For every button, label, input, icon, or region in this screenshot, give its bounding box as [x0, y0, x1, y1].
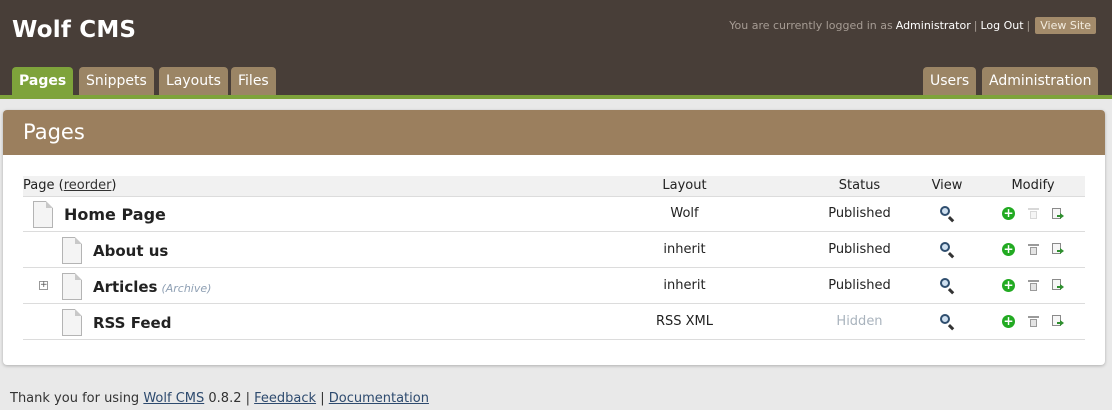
- separator: |: [973, 19, 978, 32]
- modify-cell: +: [981, 303, 1085, 340]
- table-row: Home Page Wolf Published +: [23, 196, 1085, 232]
- layout-cell: inherit: [563, 231, 806, 268]
- logged-in-user[interactable]: Administrator: [896, 19, 971, 32]
- expand-icon[interactable]: +: [39, 280, 48, 290]
- logout-link[interactable]: Log Out: [980, 19, 1023, 32]
- page-cell: About us: [23, 231, 563, 268]
- modify-cell: +: [981, 196, 1085, 232]
- column-header-view: View: [913, 176, 981, 197]
- login-status-text: You are currently logged in as: [729, 19, 893, 32]
- trash-icon: [1028, 208, 1039, 219]
- page-icon: [62, 308, 82, 336]
- view-cell: [913, 303, 981, 340]
- layout-cell: RSS XML: [563, 303, 806, 340]
- footer: Thank you for using Wolf CMS 0.8.2 | Fee…: [10, 391, 429, 406]
- table-header-row: Page (reorder) Layout Status View Modify: [23, 176, 1085, 197]
- view-cell: [913, 231, 981, 268]
- add-child-icon[interactable]: +: [1002, 278, 1015, 292]
- copy-icon[interactable]: [1052, 279, 1064, 291]
- page-name-link[interactable]: About us: [93, 242, 168, 260]
- page-name-text[interactable]: Articles: [93, 278, 157, 296]
- view-site-button[interactable]: View Site: [1035, 17, 1096, 34]
- header: Wolf CMS You are currently logged in as …: [0, 0, 1112, 95]
- page-name-link[interactable]: Home Page: [64, 205, 166, 224]
- tab-pages[interactable]: Pages: [12, 67, 74, 95]
- page-cell: Home Page: [23, 196, 563, 232]
- page-note: (Archive): [161, 281, 212, 295]
- copy-icon[interactable]: [1052, 207, 1064, 220]
- app-logo[interactable]: Wolf CMS: [12, 17, 136, 43]
- tab-layouts[interactable]: Layouts: [159, 67, 228, 95]
- footer-text: Thank you for using: [10, 391, 140, 406]
- add-child-icon[interactable]: +: [1002, 207, 1015, 220]
- layout-cell: Wolf: [563, 196, 806, 232]
- column-header-layout: Layout: [563, 176, 806, 197]
- separator: |: [245, 391, 250, 406]
- search-icon[interactable]: [939, 313, 956, 330]
- status-cell: Hidden: [806, 303, 913, 340]
- page-title: Pages: [3, 110, 1105, 155]
- copy-icon[interactable]: [1052, 315, 1064, 327]
- reorder-link[interactable]: reorder: [64, 178, 112, 193]
- column-header-page-suffix: ): [111, 178, 117, 194]
- page-name-link[interactable]: RSS Feed: [93, 314, 171, 332]
- tab-administration[interactable]: Administration: [982, 67, 1099, 95]
- search-icon[interactable]: [939, 241, 956, 258]
- trash-icon[interactable]: [1028, 243, 1039, 255]
- add-child-icon[interactable]: +: [1002, 314, 1015, 328]
- status-cell: Published: [806, 196, 913, 232]
- status-cell: Published: [806, 267, 913, 304]
- separator: |: [1026, 19, 1031, 32]
- add-child-icon[interactable]: +: [1002, 242, 1015, 256]
- main-panel: Pages Page (reorder) Layout Status View …: [3, 110, 1105, 365]
- table-row: + Articles (Archive) inherit Published +: [23, 267, 1085, 304]
- pages-table: Page (reorder) Layout Status View Modify…: [23, 176, 1085, 340]
- table-row: RSS Feed RSS XML Hidden +: [23, 303, 1085, 340]
- documentation-link[interactable]: Documentation: [329, 391, 429, 406]
- separator: |: [320, 391, 325, 406]
- tab-snippets[interactable]: Snippets: [79, 67, 154, 95]
- column-header-page: Page (reorder): [23, 176, 563, 197]
- view-cell: [913, 196, 981, 232]
- page-icon: [33, 200, 53, 228]
- feedback-link[interactable]: Feedback: [254, 391, 316, 406]
- login-bar: You are currently logged in as Administr…: [729, 17, 1096, 34]
- wolf-cms-link[interactable]: Wolf CMS: [143, 391, 204, 406]
- tab-users[interactable]: Users: [923, 67, 977, 95]
- column-header-modify: Modify: [981, 176, 1085, 197]
- header-divider: [0, 95, 1112, 99]
- copy-icon[interactable]: [1052, 243, 1064, 255]
- modify-cell: +: [981, 267, 1085, 304]
- page-name-link[interactable]: Articles (Archive): [93, 278, 211, 296]
- view-cell: [913, 267, 981, 304]
- table-row: About us inherit Published +: [23, 231, 1085, 268]
- column-header-page-label: Page (: [23, 178, 64, 194]
- modify-cell: +: [981, 231, 1085, 268]
- search-icon[interactable]: [939, 277, 956, 294]
- tab-files[interactable]: Files: [231, 67, 276, 95]
- page-cell: RSS Feed: [23, 303, 563, 340]
- page-icon: [62, 272, 82, 300]
- search-icon[interactable]: [939, 205, 956, 223]
- layout-cell: inherit: [563, 267, 806, 304]
- status-cell: Published: [806, 231, 913, 268]
- trash-icon[interactable]: [1028, 279, 1039, 291]
- column-header-status: Status: [806, 176, 913, 197]
- page-cell: + Articles (Archive): [23, 267, 563, 304]
- version-text: 0.8.2: [208, 391, 242, 406]
- page-icon: [62, 236, 82, 264]
- trash-icon[interactable]: [1028, 315, 1039, 327]
